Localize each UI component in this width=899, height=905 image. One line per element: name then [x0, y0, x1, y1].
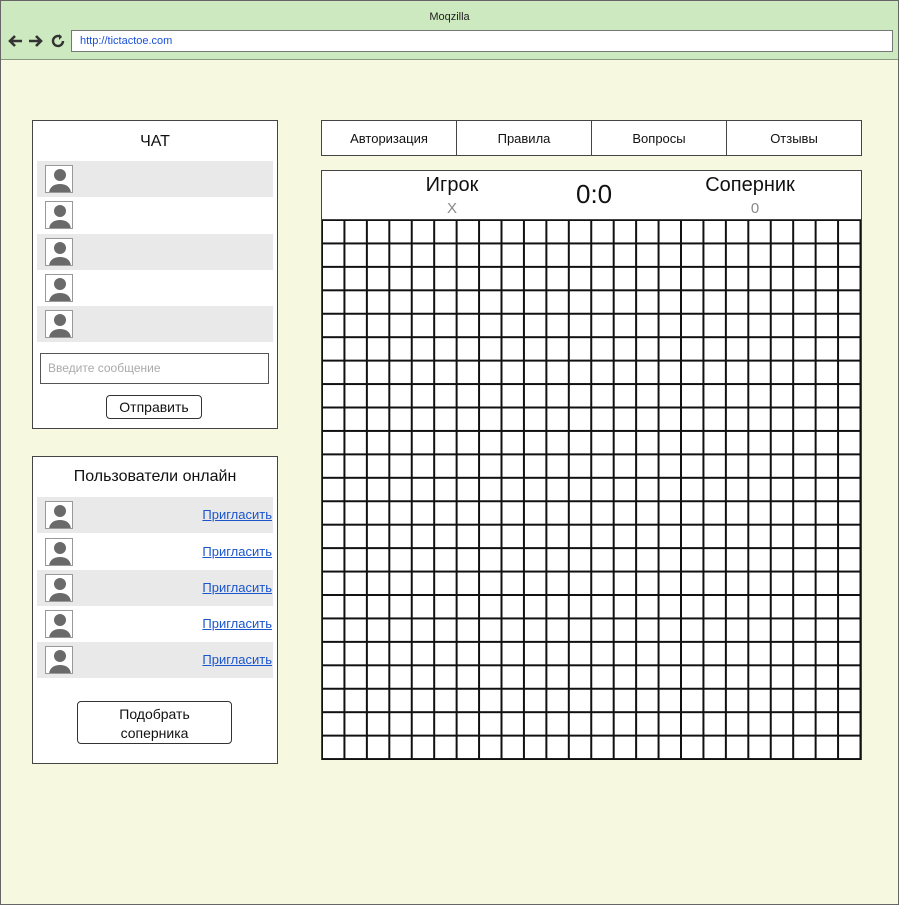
chat-message-row: [37, 161, 273, 197]
online-user-row: Пригласить: [37, 570, 273, 606]
opponent-mark: 0: [750, 200, 760, 217]
invite-link[interactable]: Пригласить: [202, 616, 272, 631]
back-arrow-icon[interactable]: [7, 31, 23, 51]
user-avatar-icon: [45, 238, 73, 266]
chat-message-row: [37, 197, 273, 233]
user-avatar-icon: [45, 574, 73, 602]
user-avatar-icon: [45, 165, 73, 193]
reload-icon[interactable]: [50, 31, 66, 51]
message-input[interactable]: Введите сообщение: [40, 353, 269, 384]
online-users-panel: Пользователи онлайн Пригласить Пригласит…: [32, 456, 278, 764]
chat-message-row: [37, 270, 273, 306]
score: 0:0: [576, 179, 613, 209]
tab-questions[interactable]: Вопросы: [592, 121, 727, 155]
url-text: http://tictactoe.com: [80, 35, 173, 47]
invite-link[interactable]: Пригласить: [202, 652, 272, 667]
chat-message-row: [37, 306, 273, 342]
chat-title: ЧАТ: [140, 133, 170, 150]
user-avatar-icon: [45, 310, 73, 338]
find-opponent-label-line2: соперника: [120, 725, 189, 741]
browser-window: Moqzilla http://tictactoe.com ЧАТ Введит…: [0, 0, 899, 905]
find-opponent-label-line1: Подобрать: [119, 706, 190, 722]
chat-message-row: [37, 234, 273, 270]
browser-toolbar: Moqzilla http://tictactoe.com: [1, 1, 898, 60]
opponent-label: Соперник: [705, 174, 795, 196]
online-user-row: Пригласить: [37, 497, 273, 533]
user-avatar-icon: [45, 646, 73, 674]
tab-reviews[interactable]: Отзывы: [727, 121, 861, 155]
online-user-row: Пригласить: [37, 642, 273, 678]
game-area: Игрок X 0:0 Соперник 0: [321, 170, 862, 760]
tab-authorization[interactable]: Авторизация: [322, 121, 457, 155]
user-avatar-icon: [45, 201, 73, 229]
invite-link[interactable]: Пригласить: [202, 544, 272, 559]
main-navigation: Авторизация Правила Вопросы Отзывы: [321, 120, 862, 156]
game-board[interactable]: [322, 219, 861, 760]
chat-panel: ЧАТ Введите сообщение Отправить: [32, 120, 278, 429]
player-label: Игрок: [425, 174, 479, 196]
user-avatar-icon: [45, 274, 73, 302]
online-user-row: Пригласить: [37, 606, 273, 642]
player-mark: X: [446, 200, 457, 217]
address-bar[interactable]: http://tictactoe.com: [71, 30, 893, 52]
find-opponent-button[interactable]: Подобрать соперника: [77, 701, 232, 744]
online-users-title: Пользователи онлайн: [73, 468, 237, 485]
tab-rules[interactable]: Правила: [457, 121, 592, 155]
send-button[interactable]: Отправить: [106, 395, 202, 419]
invite-link[interactable]: Пригласить: [202, 580, 272, 595]
invite-link[interactable]: Пригласить: [202, 507, 272, 522]
forward-arrow-icon[interactable]: [28, 31, 44, 51]
user-avatar-icon: [45, 501, 73, 529]
window-title: Moqzilla: [429, 11, 470, 23]
user-avatar-icon: [45, 610, 73, 638]
online-user-row: Пригласить: [37, 534, 273, 570]
user-avatar-icon: [45, 538, 73, 566]
